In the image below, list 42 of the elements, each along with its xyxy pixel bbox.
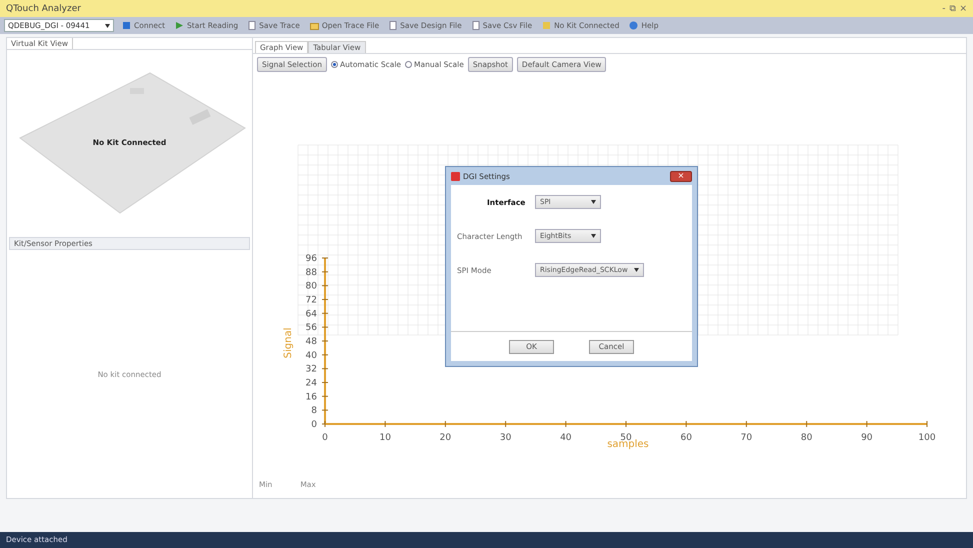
x-tick-label: 10: [379, 433, 391, 443]
y-tick-label: 8: [311, 406, 317, 416]
x-tick-label: 20: [440, 433, 452, 443]
window-title: QTouch Analyzer: [6, 4, 81, 14]
x-tick-label: 90: [861, 433, 873, 443]
y-tick-label: 64: [306, 309, 317, 320]
x-tick-label: 30: [500, 433, 512, 443]
y-tick-label: 72: [306, 296, 317, 306]
play-icon: [175, 21, 184, 30]
document-icon: [389, 21, 398, 30]
x-tick-label: 70: [740, 433, 752, 443]
caret-icon: [591, 234, 596, 238]
caret-icon: [591, 200, 596, 204]
y-tick-label: 88: [306, 268, 317, 278]
y-tick-label: 16: [306, 392, 317, 402]
y-axis-label: Signal: [283, 328, 294, 358]
caret-icon: [105, 24, 110, 28]
x-tick-label: 40: [560, 433, 572, 443]
y-tick-label: 24: [306, 378, 317, 388]
y-tick-label: 56: [306, 323, 317, 334]
y-tick-label: 80: [306, 282, 317, 292]
y-tick-label: 96: [306, 254, 317, 264]
folder-icon: [310, 22, 319, 30]
close-button[interactable]: ×: [670, 170, 692, 182]
caret-icon: [634, 268, 639, 272]
document-icon: [248, 21, 256, 30]
help-icon: [629, 21, 638, 30]
window-control-button[interactable]: -: [942, 4, 946, 14]
x-tick-label: 100: [918, 433, 936, 443]
x-tick-label: 80: [800, 433, 812, 443]
app-icon: [451, 172, 460, 180]
y-tick-label: 0: [311, 420, 317, 430]
document-icon: [472, 21, 480, 30]
radio-button[interactable]: [405, 61, 412, 68]
window-control-button[interactable]: ×: [959, 4, 967, 14]
window-control-button[interactable]: ⧉: [949, 4, 956, 14]
y-tick-label: 48: [306, 337, 317, 347]
x-tick-label: 0: [322, 433, 328, 443]
radio-button[interactable]: [331, 61, 338, 68]
x-tick-label: 60: [680, 433, 692, 443]
y-tick-label: 32: [306, 364, 317, 375]
y-tick-label: 40: [306, 350, 317, 361]
